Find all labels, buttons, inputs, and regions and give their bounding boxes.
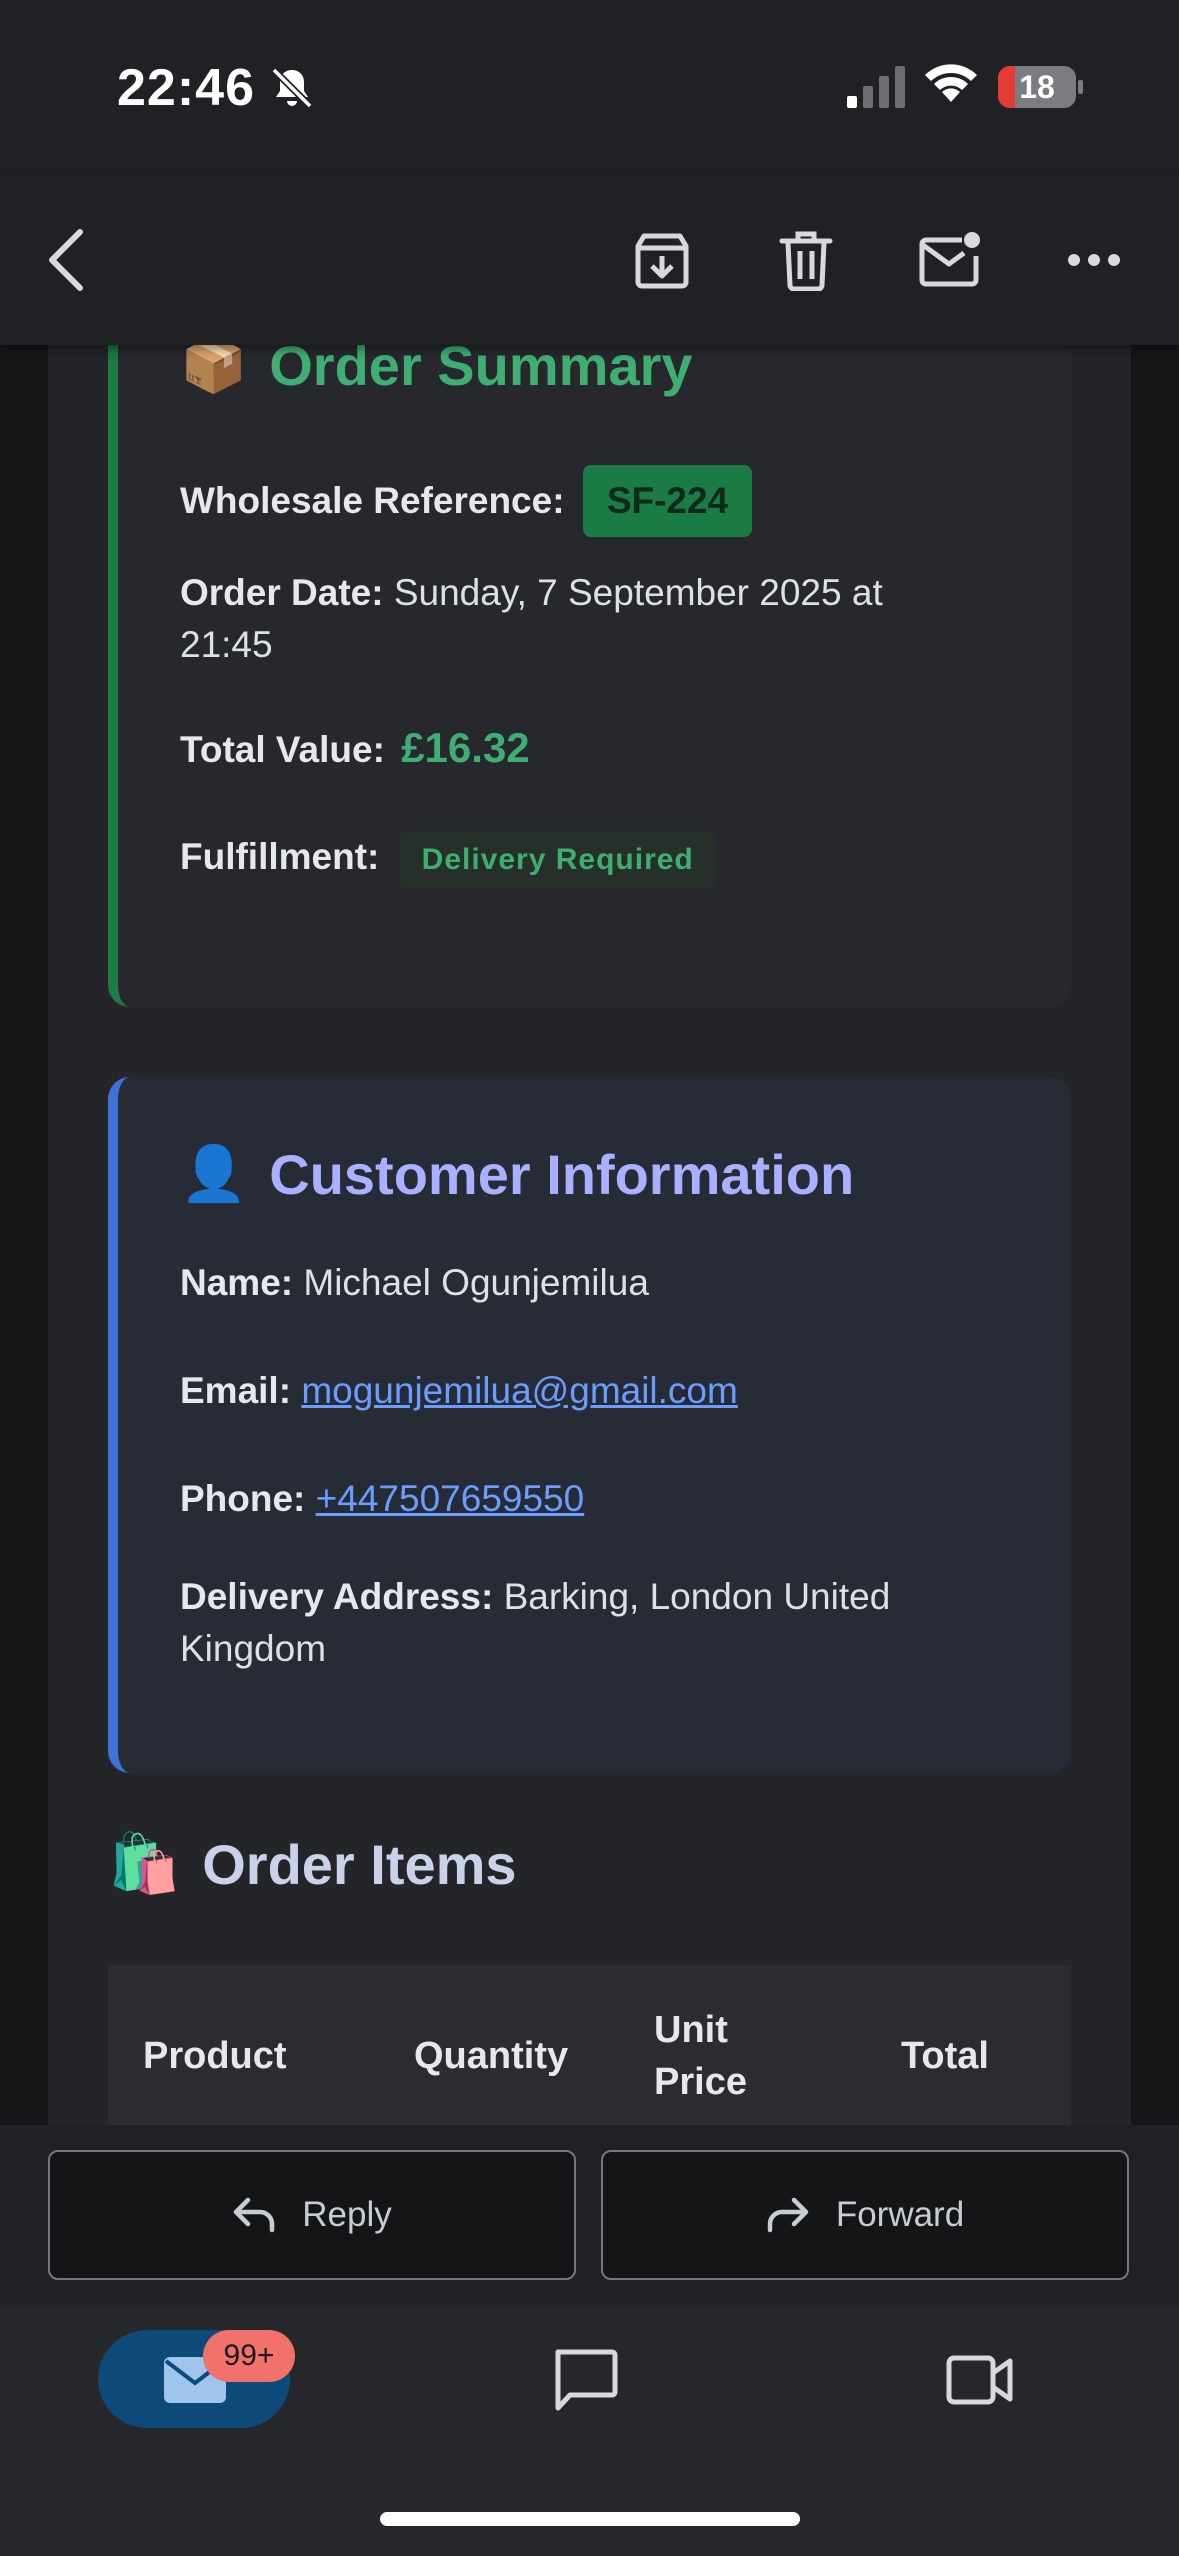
reference-label: Wholesale Reference: [180, 480, 565, 521]
reply-icon [234, 2197, 275, 2233]
name-label: Name: [180, 1262, 294, 1303]
order-summary-heading: Order Summary [269, 345, 693, 397]
column-unit-price: Unit Price [654, 2004, 747, 2108]
order-items-title: 🛍️ Order Items [108, 1830, 517, 1898]
column-quantity: Quantity [414, 2035, 569, 2077]
address-value: Barking, London United [503, 1576, 891, 1617]
trash-icon[interactable] [768, 222, 844, 298]
reply-label: Reply [302, 2195, 392, 2234]
bell-off-icon [271, 67, 313, 109]
order-items-heading: Order Items [202, 1832, 517, 1896]
reply-button[interactable]: Reply [48, 2150, 576, 2280]
unit-price-line1: Unit [654, 2009, 728, 2051]
phone-label: Phone: [180, 1478, 306, 1519]
reply-forward-bar: Reply Forward [0, 2125, 1179, 2305]
customer-email-row: Email: mogunjemilua@gmail.com [180, 1365, 738, 1417]
email-label: Email: [180, 1370, 292, 1411]
forward-icon [767, 2197, 809, 2233]
video-icon [946, 2355, 1013, 2405]
order-date-row: Order Date: Sunday, 7 September 2025 at … [180, 567, 883, 671]
column-total: Total [901, 2035, 989, 2077]
battery-level: 18 [1019, 69, 1055, 105]
customer-information-card: 👤 Customer Information Name: Michael Ogu… [108, 1077, 1071, 1773]
address-value-line2: Kingdom [180, 1628, 327, 1669]
email-body[interactable]: 📦 Order Summary Wholesale Reference: SF-… [48, 345, 1131, 2125]
nav-chat[interactable] [552, 2348, 622, 2414]
mail-unread-badge: 99+ [203, 2330, 295, 2382]
order-date-value: Sunday, 7 September 2025 at [393, 572, 883, 613]
address-label: Delivery Address: [180, 1576, 494, 1617]
order-items-table-header: Product Quantity Unit Price Total [108, 1965, 1071, 2125]
chat-icon [555, 2349, 618, 2411]
email-toolbar [0, 175, 1179, 345]
battery-cap [1078, 80, 1083, 94]
email-margin-left [0, 345, 48, 2125]
name-value: Michael Ogunjemilua [303, 1262, 649, 1303]
wifi-icon [925, 64, 977, 102]
column-product: Product [143, 2035, 287, 2077]
delivery-address-row: Delivery Address: Barking, London United… [180, 1571, 890, 1675]
order-date-value-line2: 21:45 [180, 624, 273, 665]
wholesale-reference-row: Wholesale Reference: SF-224 [180, 465, 753, 537]
phone-link[interactable]: +447507659550 [316, 1478, 585, 1519]
reference-badge: SF-224 [582, 465, 753, 537]
order-summary-card: 📦 Order Summary Wholesale Reference: SF-… [108, 345, 1071, 1007]
status-time: 22:46 [117, 59, 255, 117]
order-date-label: Order Date: [180, 572, 384, 613]
email-margin-right [1131, 345, 1179, 2125]
unit-price-line2: Price [654, 2061, 747, 2103]
forward-button[interactable]: Forward [601, 2150, 1129, 2280]
forward-label: Forward [835, 2195, 965, 2234]
fulfillment-label: Fulfillment: [180, 836, 380, 877]
shopping-bags-icon: 🛍️ [108, 1831, 181, 1896]
battery-icon: 18 [998, 66, 1076, 108]
status-bar: 22:46 18 [0, 0, 1179, 175]
person-icon: 👤 [180, 1144, 248, 1204]
cellular-signal-icon [847, 66, 905, 108]
back-chevron-icon[interactable] [28, 222, 104, 298]
more-options-icon[interactable] [1056, 222, 1132, 298]
email-link[interactable]: mogunjemilua@gmail.com [301, 1370, 738, 1411]
archive-icon[interactable] [624, 222, 700, 298]
fulfillment-badge: Delivery Required [399, 831, 716, 889]
customer-phone-row: Phone: +447507659550 [180, 1473, 584, 1525]
total-value-amount: £16.32 [401, 724, 530, 771]
mark-unread-icon[interactable] [912, 222, 988, 298]
total-value-row: Total Value: £16.32 [180, 722, 530, 776]
customer-name-row: Name: Michael Ogunjemilua [180, 1257, 649, 1309]
order-summary-title: 📦 Order Summary [180, 345, 693, 398]
customer-information-title: 👤 Customer Information [180, 1142, 854, 1207]
package-icon: 📦 [180, 345, 248, 395]
customer-information-heading: Customer Information [269, 1143, 855, 1206]
nav-meet[interactable] [946, 2353, 1016, 2409]
fulfillment-row: Fulfillment: Delivery Required [180, 831, 716, 889]
total-value-label: Total Value: [180, 729, 385, 770]
home-indicator[interactable] [380, 2512, 800, 2526]
